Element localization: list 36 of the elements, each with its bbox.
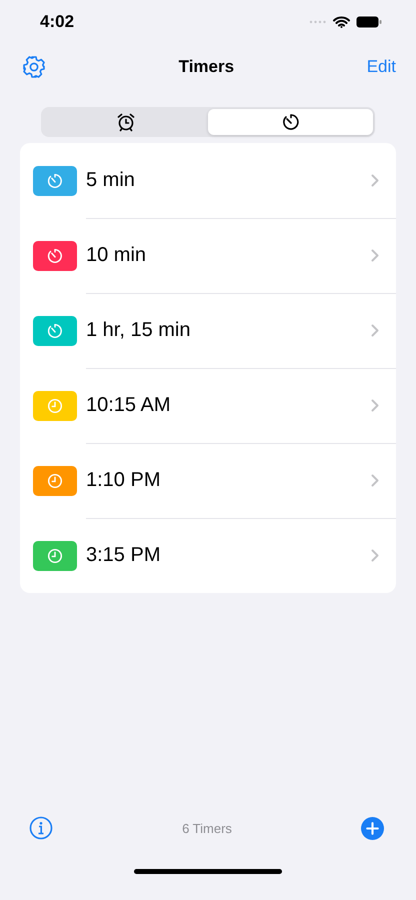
chevron-icon: [371, 549, 379, 562]
timer-row[interactable]: 10 min: [20, 218, 396, 293]
clock-icon: [46, 396, 64, 414]
battery-icon: [356, 16, 382, 28]
timer-row[interactable]: 1:10 PM: [20, 443, 396, 518]
add-button-icon[interactable]: [361, 816, 384, 840]
timer-icon: [46, 172, 64, 190]
timer-count: 6 Timers: [182, 820, 232, 836]
chevron-icon: [371, 174, 379, 186]
timer-icon: [280, 112, 300, 132]
timer-label: 10:15 AM: [86, 394, 171, 416]
edit-button[interactable]: Edit: [366, 57, 396, 77]
timer-label: 10 min: [86, 244, 146, 266]
alarm-clock-icon: [116, 112, 136, 132]
chevron-icon: [371, 324, 379, 336]
timer-icon: [46, 322, 64, 340]
clock-icon: [46, 472, 64, 490]
timer-label: 5 min: [86, 168, 135, 192]
timer-row[interactable]: 10:15 AM: [20, 368, 396, 443]
timer-icon: [46, 246, 64, 264]
timer-label: 1 hr, 15 min: [86, 318, 191, 342]
timer-label: 1:10 PM: [86, 468, 160, 492]
wifi-icon: [333, 16, 350, 28]
clock-icon: [46, 546, 64, 564]
settings-icon[interactable]: [22, 55, 46, 79]
chevron-icon: [371, 398, 379, 412]
cellular-signal-icon: [309, 20, 327, 24]
chevron-icon: [371, 248, 379, 262]
info-icon[interactable]: [29, 816, 53, 840]
chevron-icon: [371, 474, 379, 486]
status-time: 4:02: [40, 12, 74, 32]
screen-title: Timers: [178, 57, 234, 77]
timer-row[interactable]: 3:15 PM: [20, 518, 396, 593]
timer-row[interactable]: 1 hr, 15 min: [20, 293, 396, 368]
timer-row[interactable]: 5 min: [20, 143, 396, 218]
timer-label: 3:15 PM: [86, 544, 160, 567]
